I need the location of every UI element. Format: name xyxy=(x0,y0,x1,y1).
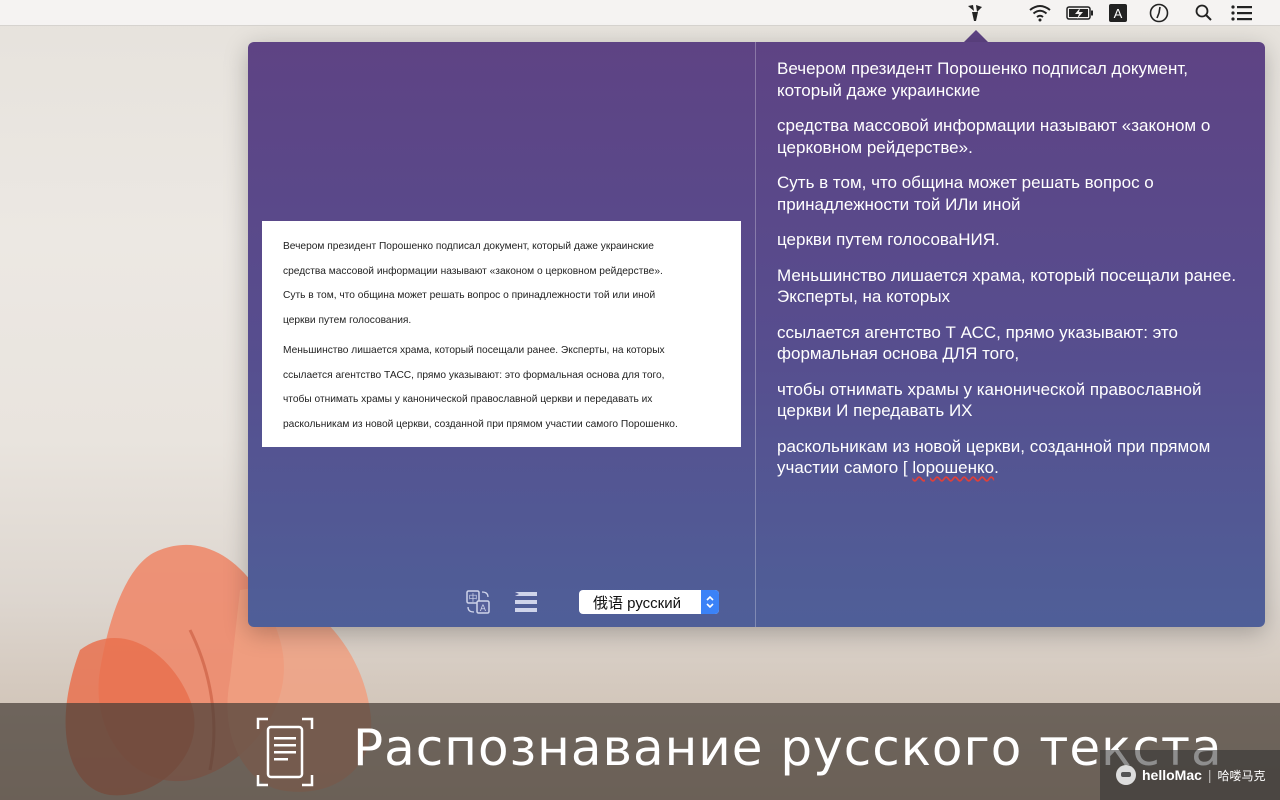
watermark-separator: | xyxy=(1207,767,1212,783)
spellcheck-error-word[interactable]: lорошенко xyxy=(912,458,994,477)
source-line: церкви путем голосования. xyxy=(283,314,412,326)
recognized-paragraph: Меньшинство лишается храма, который посе… xyxy=(777,265,1237,307)
source-line: чтобы отнимать храмы у канонической прав… xyxy=(283,394,653,405)
recognized-paragraph: ссылается агентство Т АСС, прямо указыва… xyxy=(777,322,1178,364)
watermark-brand: helloMac xyxy=(1142,767,1202,783)
translator-popover: Вечером президент Порошенко подписал док… xyxy=(248,42,1265,627)
battery-icon[interactable] xyxy=(1065,2,1095,24)
source-line: средства массовой информации называют «з… xyxy=(283,265,663,277)
popover-arrow xyxy=(964,30,988,42)
input-source-icon[interactable]: A xyxy=(1106,2,1130,24)
source-document-image: Вечером президент Порошенко подписал док… xyxy=(262,221,741,447)
svg-text:A: A xyxy=(480,604,487,614)
recognized-paragraph: церкви путем голосоваНИЯ. xyxy=(777,230,1000,249)
source-paragraph: Меньшинство лишается храма, который посе… xyxy=(283,339,721,437)
source-paragraph: Вечером президент Порошенко подписал док… xyxy=(283,235,721,333)
recognized-text-panel[interactable]: Вечером президент Порошенко подписал док… xyxy=(777,58,1247,493)
spotlight-search-icon[interactable] xyxy=(1192,2,1216,24)
caption-text: Распознавание русского текста xyxy=(353,719,1223,777)
hellomac-watermark: helloMac | 哈喽马克 xyxy=(1100,750,1280,800)
source-line: раскольникам из новой церкви, созданной … xyxy=(283,418,678,430)
language-select-value: 俄语 русский xyxy=(593,594,681,612)
svg-text:中: 中 xyxy=(468,592,477,604)
language-select[interactable]: 俄语 русский xyxy=(579,590,719,614)
recognized-text: . xyxy=(994,458,999,477)
document-scan-icon xyxy=(256,717,314,787)
watermark-chinese: 哈喽马克 xyxy=(1217,768,1266,783)
wifi-icon[interactable] xyxy=(1026,2,1054,24)
recognized-paragraph: чтобы отнимать храмы у канонической прав… xyxy=(777,379,1202,421)
translator-app-icon[interactable] xyxy=(962,2,988,24)
source-line: Вечером президент Порошенко подписал док… xyxy=(283,241,654,252)
list-icon[interactable] xyxy=(513,589,539,615)
source-line: ссылается агентство ТАСС, прямо указываю… xyxy=(283,369,665,381)
recognized-paragraph: средства массовой информации называют «з… xyxy=(777,116,1211,157)
svg-text:A: A xyxy=(1114,6,1123,21)
source-line: Суть в том, что община может решать вопр… xyxy=(283,290,656,301)
translate-icon[interactable]: 中A xyxy=(465,589,491,615)
notification-center-icon[interactable] xyxy=(1229,2,1255,24)
pane-divider xyxy=(755,42,756,627)
recognized-paragraph: Суть в том, что община может решать вопр… xyxy=(777,173,1154,214)
select-stepper-icon[interactable] xyxy=(701,590,719,614)
caption-banner: Распознавание русского текста xyxy=(0,703,1280,800)
menu-bar: A xyxy=(0,0,1280,26)
recognized-paragraph: Вечером президент Порошенко подписал док… xyxy=(777,59,1189,100)
source-line: Меньшинство лишается храма, который посе… xyxy=(283,345,665,356)
recognized-paragraph: раскольникам из новой церкви, созданной … xyxy=(777,436,1247,479)
hellomac-logo-icon xyxy=(1116,765,1136,785)
clock-icon[interactable] xyxy=(1147,2,1171,24)
